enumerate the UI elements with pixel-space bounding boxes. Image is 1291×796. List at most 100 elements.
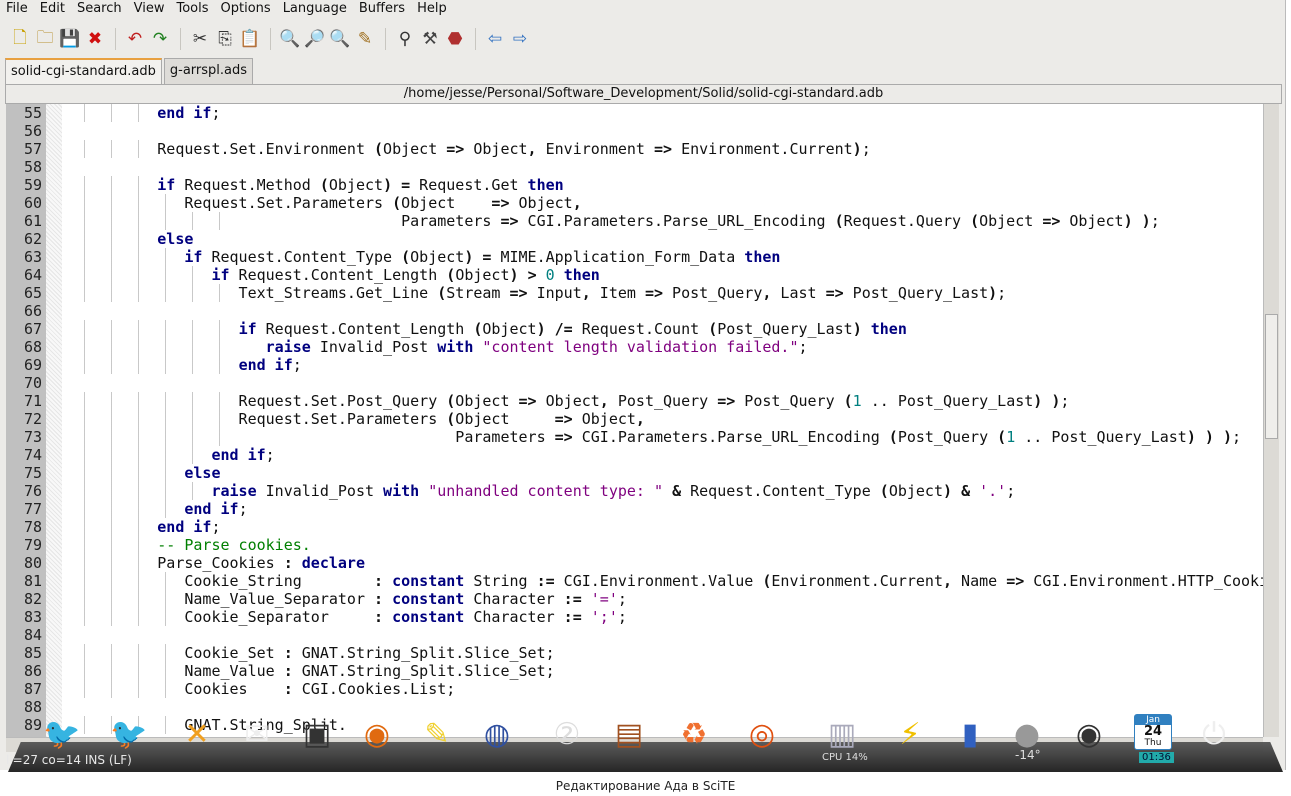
code-text: raise Invalid_Post with "content length … [265, 338, 808, 356]
code-text: Parameters => CGI.Parameters.Parse_URL_E… [76, 428, 1241, 446]
code-text: else [157, 230, 194, 248]
vertical-scrollbar[interactable] [1263, 104, 1279, 737]
menu-bar: File Edit Search View Tools Options Language Bu… [0, 0, 1285, 20]
ubuntu-icon[interactable]: ◎ [740, 712, 784, 756]
code-line: 55 end if; [6, 104, 1263, 122]
code-line: 62 else [6, 230, 1263, 248]
clock-label: 01:36 [1139, 752, 1174, 763]
find-in-files-button[interactable]: 🔍 [328, 27, 352, 51]
code-text: end if; [238, 356, 302, 374]
find-button[interactable]: 🔍 [278, 27, 302, 51]
open-folder-button[interactable]: 🗀 [33, 27, 57, 51]
menu-help[interactable]: Help [411, 0, 453, 20]
stop-button[interactable]: ⬣ [443, 27, 467, 51]
line-number: 56 [23, 122, 42, 140]
workspace-switcher-icon[interactable]: ② [545, 712, 589, 756]
scrollbar-thumb[interactable] [1265, 314, 1278, 439]
calendar-widget[interactable]: Jan 24 Thu [1134, 714, 1172, 750]
pidgin-icon[interactable]: 🐦 [40, 712, 84, 756]
menu-file[interactable]: File [0, 0, 34, 20]
previous-bookmark-button[interactable]: ⇦ [483, 27, 507, 51]
code-text: Parameters => CGI.Parameters.Parse_URL_E… [76, 212, 1160, 230]
volume-icon[interactable]: ◉ [1067, 712, 1111, 756]
copy-icon: ⎘ [218, 29, 232, 49]
code-text: Request.Set.Post_Query (Object => Object… [76, 392, 1070, 410]
tab-solid-cgi-standard-adb[interactable]: solid-cgi-standard.adb [5, 58, 162, 84]
toolbar-separator [270, 28, 271, 50]
network-icon[interactable]: ▮ [948, 712, 992, 756]
save-icon: 💾 [59, 29, 81, 49]
toolbar: 🗋 🗀 💾 ✖ ↶ ↷ ✂ ⎘ 📋 🔍 🔎 🔍 ✎ ⚲ ⚒ ⬣ ⇦ ⇨ [0, 24, 1291, 54]
code-text: if Request.Method (Object) = Request.Get… [157, 176, 564, 194]
battery-icon[interactable]: ⚡ [888, 712, 932, 756]
tab-g-arrspl-ads[interactable]: g-arrspl.ads [163, 58, 254, 84]
find-next-icon: 🔎 [304, 29, 326, 49]
replace-button[interactable]: ✎ [353, 27, 377, 51]
menu-tools[interactable]: Tools [170, 0, 214, 20]
new-file-icon: 🗋 [13, 27, 27, 48]
new-file-button[interactable]: 🗋 [8, 27, 32, 51]
code-text: Request.Set.Parameters (Object => Object… [76, 194, 582, 212]
redo-icon: ↷ [152, 29, 168, 49]
line-number: 70 [23, 374, 42, 392]
binoculars-button[interactable]: ⚲ [393, 27, 417, 51]
find-in-files-icon: 🔍 [329, 29, 351, 49]
code-line: 85 Cookie_Set : GNAT.String_Split.Slice_… [6, 644, 1263, 662]
code-editor[interactable]: 55 end if; 56 57 Request.Set.Environment (… [6, 104, 1263, 737]
copy-button[interactable]: ⎘ [213, 27, 237, 51]
undo-button[interactable]: ↶ [123, 27, 147, 51]
paste-button[interactable]: 📋 [238, 27, 262, 51]
code-text: Cookies : CGI.Cookies.List; [76, 680, 456, 698]
redo-button[interactable]: ↷ [148, 27, 172, 51]
notes-icon[interactable]: ✎ [415, 712, 459, 756]
code-text: else [184, 464, 221, 482]
line-number: 64 [23, 266, 42, 284]
save-button[interactable]: 💾 [58, 27, 82, 51]
image-viewer-icon[interactable]: ▤ [607, 712, 651, 756]
line-number: 62 [23, 230, 42, 248]
line-number: 81 [23, 572, 42, 590]
line-number: 73 [23, 428, 42, 446]
xchat-icon[interactable]: ✕ [175, 712, 219, 756]
menu-language[interactable]: Language [277, 0, 353, 20]
close-button[interactable]: ✖ [83, 27, 107, 51]
find-icon: 🔍 [279, 29, 301, 49]
pidgin-2-icon[interactable]: 🐦 [107, 712, 151, 756]
menu-options[interactable]: Options [215, 0, 277, 20]
build-icon: ⚒ [422, 29, 438, 49]
firefox-icon[interactable]: ◉ [355, 712, 399, 756]
code-line: 71 Request.Set.Post_Query (Object => Obj… [6, 392, 1263, 410]
file-path-bar: /home/jesse/Personal/Software_Developmen… [5, 84, 1282, 104]
code-text: Cookie_Set : GNAT.String_Split.Slice_Set… [76, 644, 555, 662]
line-number: 85 [23, 644, 42, 662]
menu-view[interactable]: View [128, 0, 171, 20]
build-button[interactable]: ⚒ [418, 27, 442, 51]
code-line: 81 Cookie_String : constant String := CG… [6, 572, 1263, 590]
code-text: Cookie_Separator : constant Character :=… [76, 608, 627, 626]
code-text: Request.Set.Parameters (Object => Object… [76, 410, 645, 428]
trash-icon[interactable]: ♻ [672, 712, 716, 756]
menu-search[interactable]: Search [71, 0, 128, 20]
code-text: end if; [211, 446, 275, 464]
cpu-monitor-icon[interactable]: ▥ [820, 712, 864, 756]
menu-edit[interactable]: Edit [34, 0, 71, 20]
power-icon[interactable]: ⏻ [1192, 712, 1236, 756]
code-text: end if; [157, 104, 221, 122]
mail-icon[interactable]: ✉ [235, 712, 279, 756]
code-line: 58 [6, 158, 1263, 176]
next-bookmark-button[interactable]: ⇨ [508, 27, 532, 51]
line-number: 67 [23, 320, 42, 338]
cut-button[interactable]: ✂ [188, 27, 212, 51]
previous-bookmark-icon: ⇦ [487, 29, 503, 49]
line-number: 66 [23, 302, 42, 320]
line-number: 88 [23, 698, 42, 716]
code-line: 80 Parse_Cookies : declare [6, 554, 1263, 572]
line-number: 60 [23, 194, 42, 212]
code-line: 70 [6, 374, 1263, 392]
terminal-icon[interactable]: ▣ [295, 712, 339, 756]
find-next-button[interactable]: 🔎 [303, 27, 327, 51]
globe-icon[interactable]: ◍ [475, 712, 519, 756]
menu-buffers[interactable]: Buffers [353, 0, 411, 20]
code-line: 78 end if; [6, 518, 1263, 536]
code-text: Name_Value_Separator : constant Characte… [76, 590, 627, 608]
